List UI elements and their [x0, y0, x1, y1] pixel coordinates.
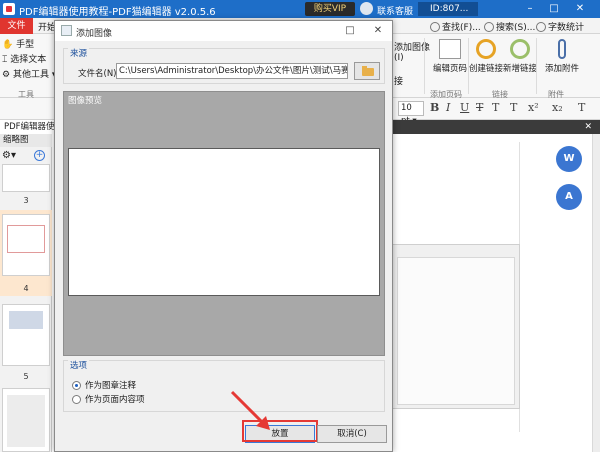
thumbnail-panel-title: 缩略图: [0, 134, 52, 147]
page-thumbnail[interactable]: [2, 304, 50, 366]
ribbon-separator: [424, 38, 425, 94]
dialog-title-bar: 添加图像 □ ✕: [55, 21, 392, 41]
image-preview-area: 图像预览: [63, 91, 385, 356]
add-attachment-label: 添加附件: [544, 64, 579, 74]
other-tools-label: 其他工具: [12, 70, 49, 80]
dialog-title: 添加图像: [76, 29, 113, 39]
new-link-label: 新增链接: [502, 64, 537, 74]
dialog-image-icon: [61, 25, 72, 36]
file-path-input[interactable]: C:\Users\Administrator\Desktop\办公文件\图片\测…: [116, 63, 348, 79]
page-number: 5: [23, 372, 29, 381]
page-thumbnail[interactable]: [2, 388, 50, 452]
thumb-image-box: [7, 395, 45, 447]
quick-search[interactable]: 搜索(S)...: [484, 20, 535, 33]
hand-tool-label: 手型: [16, 40, 35, 50]
quick-wordcount[interactable]: 字数统计: [536, 20, 584, 33]
page-thumbnail[interactable]: [2, 214, 50, 276]
radio-annotation[interactable]: [72, 380, 81, 390]
subscript-icon[interactable]: x₂: [552, 101, 563, 114]
thumbnail-panel: 缩略图 ⚙▾ + 3 4 5: [0, 134, 52, 452]
page-number: 3: [23, 196, 29, 205]
thumb-image-box: [9, 311, 43, 329]
folder-icon: [362, 66, 374, 76]
underline-t-icon[interactable]: T: [510, 101, 517, 114]
app-logo-icon: [3, 3, 15, 15]
wordcount-icon: [536, 22, 546, 32]
ribbon-separator: [536, 38, 537, 94]
dialog-maximize-icon[interactable]: □: [343, 24, 357, 38]
page-code-icon: [439, 39, 461, 59]
vertical-scrollbar[interactable]: [592, 134, 600, 452]
underline-icon[interactable]: U: [460, 101, 469, 114]
select-text-tool[interactable]: ⌶ 选择文本: [2, 52, 46, 65]
select-text-label: 选择文本: [10, 55, 47, 65]
paperclip-icon: [558, 39, 566, 59]
add-link-partial: 接: [394, 77, 404, 87]
italic-icon[interactable]: I: [446, 101, 450, 114]
dialog-close-icon[interactable]: ✕: [371, 24, 385, 38]
text-style-icon[interactable]: T: [578, 101, 585, 114]
minimize-icon[interactable]: –: [522, 1, 538, 17]
close-icon[interactable]: ✕: [572, 1, 588, 17]
close-document-icon[interactable]: ✕: [584, 120, 592, 134]
tab-file[interactable]: 文件: [0, 18, 33, 34]
thumb-settings-icon[interactable]: ⚙▾: [2, 150, 16, 161]
cancel-button[interactable]: 取消(C): [317, 425, 387, 443]
page-thumbnail[interactable]: [2, 164, 50, 192]
option-content[interactable]: 作为页面内容项: [72, 393, 145, 405]
support-avatar-icon[interactable]: [360, 2, 373, 15]
strike-through-icon[interactable]: T: [492, 101, 499, 114]
strike-icon[interactable]: T: [476, 101, 483, 114]
image-preview-label: 图像预览: [68, 96, 103, 106]
option-annotation[interactable]: 作为图章注释: [72, 379, 136, 391]
options-group: 选项 作为图章注释 作为页面内容项: [63, 359, 385, 412]
source-group: 来源 文件名(N): C:\Users\Administrator\Deskto…: [63, 47, 385, 84]
superscript-icon[interactable]: x²: [528, 101, 539, 114]
other-tools[interactable]: ⚙ 其他工具 ▾: [2, 67, 56, 80]
document-tab-strip: ✕: [392, 120, 600, 134]
add-attachment-button[interactable]: 添加附件: [538, 36, 586, 74]
app-title-bar: PDF编辑器使用教程-PDF猫编辑器 v2.0.5.6 购买VIP 联系客服 I…: [0, 0, 600, 18]
thumb-image-box: [7, 225, 45, 253]
buy-vip-button[interactable]: 购买VIP: [305, 2, 355, 16]
dialog-footer: 放置 取消(C): [55, 419, 392, 451]
browse-button[interactable]: [354, 62, 380, 80]
bold-icon[interactable]: B: [430, 101, 439, 114]
zoom-in-icon[interactable]: +: [34, 150, 45, 161]
options-group-label: 选项: [68, 359, 90, 371]
quick-find[interactable]: 查找(F)...: [430, 20, 481, 33]
annotation-arrow-icon: [230, 390, 270, 430]
convert-word-icon[interactable]: W: [556, 146, 582, 172]
app-title: PDF编辑器使用教程-PDF猫编辑器 v2.0.5.6: [19, 7, 216, 18]
quick-search-label: 搜索(S)...: [496, 23, 536, 33]
source-group-label: 来源: [68, 47, 90, 59]
file-name-label: 文件名(N):: [78, 69, 120, 79]
option-annotation-label: 作为图章注释: [85, 381, 137, 391]
page-number: 4: [23, 284, 29, 293]
search-icon: [484, 22, 494, 32]
embedded-dialog-image: [397, 257, 515, 405]
maximize-icon[interactable]: □: [546, 1, 562, 17]
document-canvas: [392, 134, 600, 452]
new-link-icon: [505, 34, 535, 64]
translate-icon[interactable]: A: [556, 184, 582, 210]
hand-tool[interactable]: ✋ 手型: [2, 37, 34, 50]
radio-content[interactable]: [72, 394, 81, 404]
option-content-label: 作为页面内容项: [85, 395, 145, 405]
image-preview: [68, 148, 380, 296]
wordcount-label: 字数统计: [548, 23, 585, 33]
find-icon: [430, 22, 440, 32]
add-image-dialog: 添加图像 □ ✕ 来源 文件名(N): C:\Users\Administrat…: [54, 20, 393, 452]
quick-find-label: 查找(F)...: [442, 23, 481, 33]
embedded-screenshot-image: [392, 244, 520, 409]
support-link[interactable]: 联系客服: [377, 4, 413, 17]
font-size-select[interactable]: 10 pt ▾: [398, 101, 424, 126]
user-id-badge[interactable]: ID:807...: [418, 2, 478, 16]
